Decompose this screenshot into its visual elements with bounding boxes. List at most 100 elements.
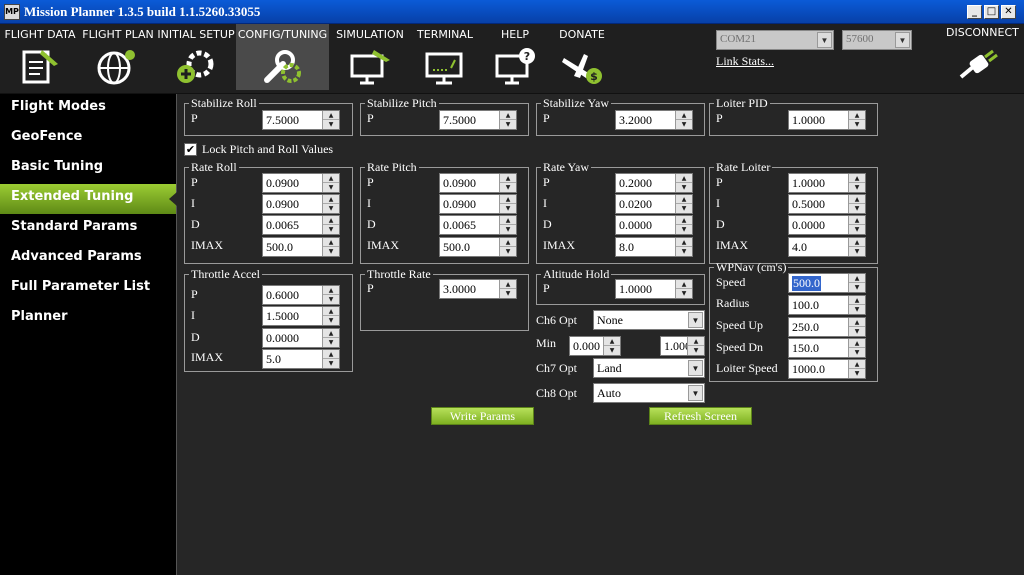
- stabilize-roll-p-input[interactable]: 7.5000 ▲ ▼: [262, 110, 340, 130]
- throttle-accel-i-input[interactable]: 1.5000 ▲ ▼: [262, 306, 340, 326]
- spinner-icon[interactable]: ▲ ▼: [322, 307, 339, 325]
- wpnav-radius-input[interactable]: 100.0 ▲ ▼: [788, 295, 866, 315]
- wpnav-speed-dn-input[interactable]: 150.0 ▲ ▼: [788, 338, 866, 358]
- throttle-rate-p-input[interactable]: 3.0000 ▲ ▼: [439, 279, 517, 299]
- wpnav-speed-up-input[interactable]: 250.0 ▲ ▼: [788, 317, 866, 337]
- rate-loiter-i-input[interactable]: 0.5000 ▲ ▼: [788, 194, 866, 214]
- sidebar-item-planner[interactable]: Planner: [0, 304, 176, 334]
- spinner-icon[interactable]: ▲ ▼: [499, 195, 516, 213]
- com-port-select[interactable]: COM21 ▼: [716, 30, 834, 50]
- group-title: Stabilize Pitch: [367, 96, 437, 110]
- write-params-button[interactable]: Write Params: [431, 407, 534, 425]
- stabilize-yaw-p-input[interactable]: 3.2000 ▲ ▼: [615, 110, 693, 130]
- spinner-icon[interactable]: ▲ ▼: [322, 174, 339, 192]
- rate-yaw-d-input[interactable]: 0.0000 ▲ ▼: [615, 215, 693, 235]
- ch6-min-input[interactable]: 0.000 ▲ ▼: [569, 336, 621, 356]
- rate-yaw-p-input[interactable]: 0.2000 ▲ ▼: [615, 173, 693, 193]
- rate-pitch-i-input[interactable]: 0.0900 ▲ ▼: [439, 194, 517, 214]
- loiter-pid-p-input[interactable]: 1.0000 ▲ ▼: [788, 110, 866, 130]
- throttle-accel-d-input[interactable]: 0.0000 ▲ ▼: [262, 328, 340, 348]
- maximize-button[interactable]: □: [984, 5, 999, 19]
- ch8-opt-select[interactable]: Auto ▼: [593, 383, 705, 403]
- link-stats-link[interactable]: Link Stats...: [716, 54, 774, 69]
- spinner-icon[interactable]: ▲ ▼: [322, 350, 339, 368]
- ch7-opt-select[interactable]: Land ▼: [593, 358, 705, 378]
- spinner-icon[interactable]: ▲ ▼: [322, 329, 339, 347]
- spinner-icon[interactable]: ▲ ▼: [322, 195, 339, 213]
- spinner-icon[interactable]: ▲ ▼: [848, 360, 865, 378]
- rate-roll-i-input[interactable]: 0.0900 ▲ ▼: [262, 194, 340, 214]
- menu-flight-plan[interactable]: FLIGHT PLAN: [80, 24, 156, 90]
- rate-pitch-p-input[interactable]: 0.0900 ▲ ▼: [439, 173, 517, 193]
- spinner-icon[interactable]: ▲ ▼: [499, 238, 516, 256]
- rate-yaw-i-input[interactable]: 0.0200 ▲ ▼: [615, 194, 693, 214]
- sidebar-item-basic-tuning[interactable]: Basic Tuning: [0, 154, 176, 184]
- close-button[interactable]: ✕: [1001, 5, 1016, 19]
- spinner-icon[interactable]: ▲ ▼: [848, 216, 865, 234]
- spinner-icon[interactable]: ▲ ▼: [499, 216, 516, 234]
- extended-tuning-panel: Stabilize Roll P 7.5000 ▲ ▼ Stabilize Pitc…: [178, 94, 1024, 575]
- spinner-icon[interactable]: ▲ ▼: [675, 111, 692, 129]
- spinner-icon[interactable]: ▲ ▼: [675, 195, 692, 213]
- spinner-icon[interactable]: ▲ ▼: [499, 111, 516, 129]
- rate-roll-imax-input[interactable]: 500.0 ▲ ▼: [262, 237, 340, 257]
- menu-simulation[interactable]: SIMULATION: [329, 24, 411, 90]
- ch6-max-input[interactable]: 1.000 ▲ ▼: [660, 336, 705, 356]
- menu-label: FLIGHT DATA: [4, 28, 76, 41]
- ch6-opt-select[interactable]: None ▼: [593, 310, 705, 330]
- spinner-icon[interactable]: ▲ ▼: [848, 318, 865, 336]
- altitude-hold-p-input[interactable]: 1.0000 ▲ ▼: [615, 279, 693, 299]
- spinner-icon[interactable]: ▲ ▼: [322, 216, 339, 234]
- sidebar-item-flight-modes[interactable]: Flight Modes: [0, 94, 176, 124]
- sidebar-item-extended-tuning[interactable]: Extended Tuning: [0, 184, 177, 214]
- baud-rate-select[interactable]: 57600 ▼: [842, 30, 912, 50]
- menu-donate[interactable]: DONATE $: [551, 24, 613, 90]
- spinner-icon[interactable]: ▲ ▼: [687, 337, 704, 355]
- wpnav-loiter-speed-input[interactable]: 1000.0 ▲ ▼: [788, 359, 866, 379]
- spinner-icon[interactable]: ▲ ▼: [848, 238, 865, 256]
- rate-pitch-d-input[interactable]: 0.0065 ▲ ▼: [439, 215, 517, 235]
- spinner-icon[interactable]: ▲ ▼: [848, 195, 865, 213]
- wpnav-speed-input[interactable]: 500.0 ▲ ▼: [788, 273, 866, 293]
- stabilize-pitch-p-input[interactable]: 7.5000 ▲ ▼: [439, 110, 517, 130]
- rate-loiter-d-input[interactable]: 0.0000 ▲ ▼: [788, 215, 866, 235]
- spinner-icon[interactable]: ▲ ▼: [499, 174, 516, 192]
- menu-label: INITIAL SETUP: [157, 28, 235, 41]
- spinner-icon[interactable]: ▲ ▼: [603, 337, 620, 355]
- rate-yaw-imax-input[interactable]: 8.0 ▲ ▼: [615, 237, 693, 257]
- spinner-icon[interactable]: ▲ ▼: [675, 174, 692, 192]
- menu-initial-setup[interactable]: INITIAL SETUP: [156, 24, 236, 90]
- throttle-accel-imax-input[interactable]: 5.0 ▲ ▼: [262, 349, 340, 369]
- spinner-icon[interactable]: ▲ ▼: [675, 280, 692, 298]
- menu-flight-data[interactable]: FLIGHT DATA: [0, 24, 80, 90]
- menu-terminal[interactable]: TERMINAL: [411, 24, 479, 90]
- lock-pitch-roll-checkbox[interactable]: ✔: [184, 143, 197, 156]
- spinner-icon[interactable]: ▲ ▼: [848, 274, 865, 292]
- sidebar-item-full-parameter-list[interactable]: Full Parameter List: [0, 274, 176, 304]
- refresh-screen-button[interactable]: Refresh Screen: [649, 407, 752, 425]
- menu-config-tuning[interactable]: CONFIG/TUNING: [236, 24, 329, 90]
- minimize-button[interactable]: _: [967, 5, 982, 19]
- rate-roll-p-input[interactable]: 0.0900 ▲ ▼: [262, 173, 340, 193]
- rate-loiter-imax-input[interactable]: 4.0 ▲ ▼: [788, 237, 866, 257]
- spinner-icon[interactable]: ▲ ▼: [848, 339, 865, 357]
- rate-roll-d-input[interactable]: 0.0065 ▲ ▼: [262, 215, 340, 235]
- spinner-icon[interactable]: ▲ ▼: [675, 216, 692, 234]
- group-title: WPNav (cm's): [716, 260, 787, 274]
- throttle-accel-p-input[interactable]: 0.6000 ▲ ▼: [262, 285, 340, 305]
- spinner-icon[interactable]: ▲ ▼: [848, 296, 865, 314]
- spinner-icon[interactable]: ▲ ▼: [499, 280, 516, 298]
- spinner-icon[interactable]: ▲ ▼: [848, 174, 865, 192]
- spinner-icon[interactable]: ▲ ▼: [322, 111, 339, 129]
- disconnect-button[interactable]: DISCONNECT: [946, 26, 1019, 79]
- spinner-icon[interactable]: ▲ ▼: [322, 286, 339, 304]
- spinner-icon[interactable]: ▲ ▼: [322, 238, 339, 256]
- rate-pitch-imax-input[interactable]: 500.0 ▲ ▼: [439, 237, 517, 257]
- sidebar-item-standard-params[interactable]: Standard Params: [0, 214, 176, 244]
- rate-loiter-p-input[interactable]: 1.0000 ▲ ▼: [788, 173, 866, 193]
- spinner-icon[interactable]: ▲ ▼: [675, 238, 692, 256]
- sidebar-item-advanced-params[interactable]: Advanced Params: [0, 244, 176, 274]
- spinner-icon[interactable]: ▲ ▼: [848, 111, 865, 129]
- sidebar-item-geofence[interactable]: GeoFence: [0, 124, 176, 154]
- menu-help[interactable]: HELP ?: [479, 24, 551, 90]
